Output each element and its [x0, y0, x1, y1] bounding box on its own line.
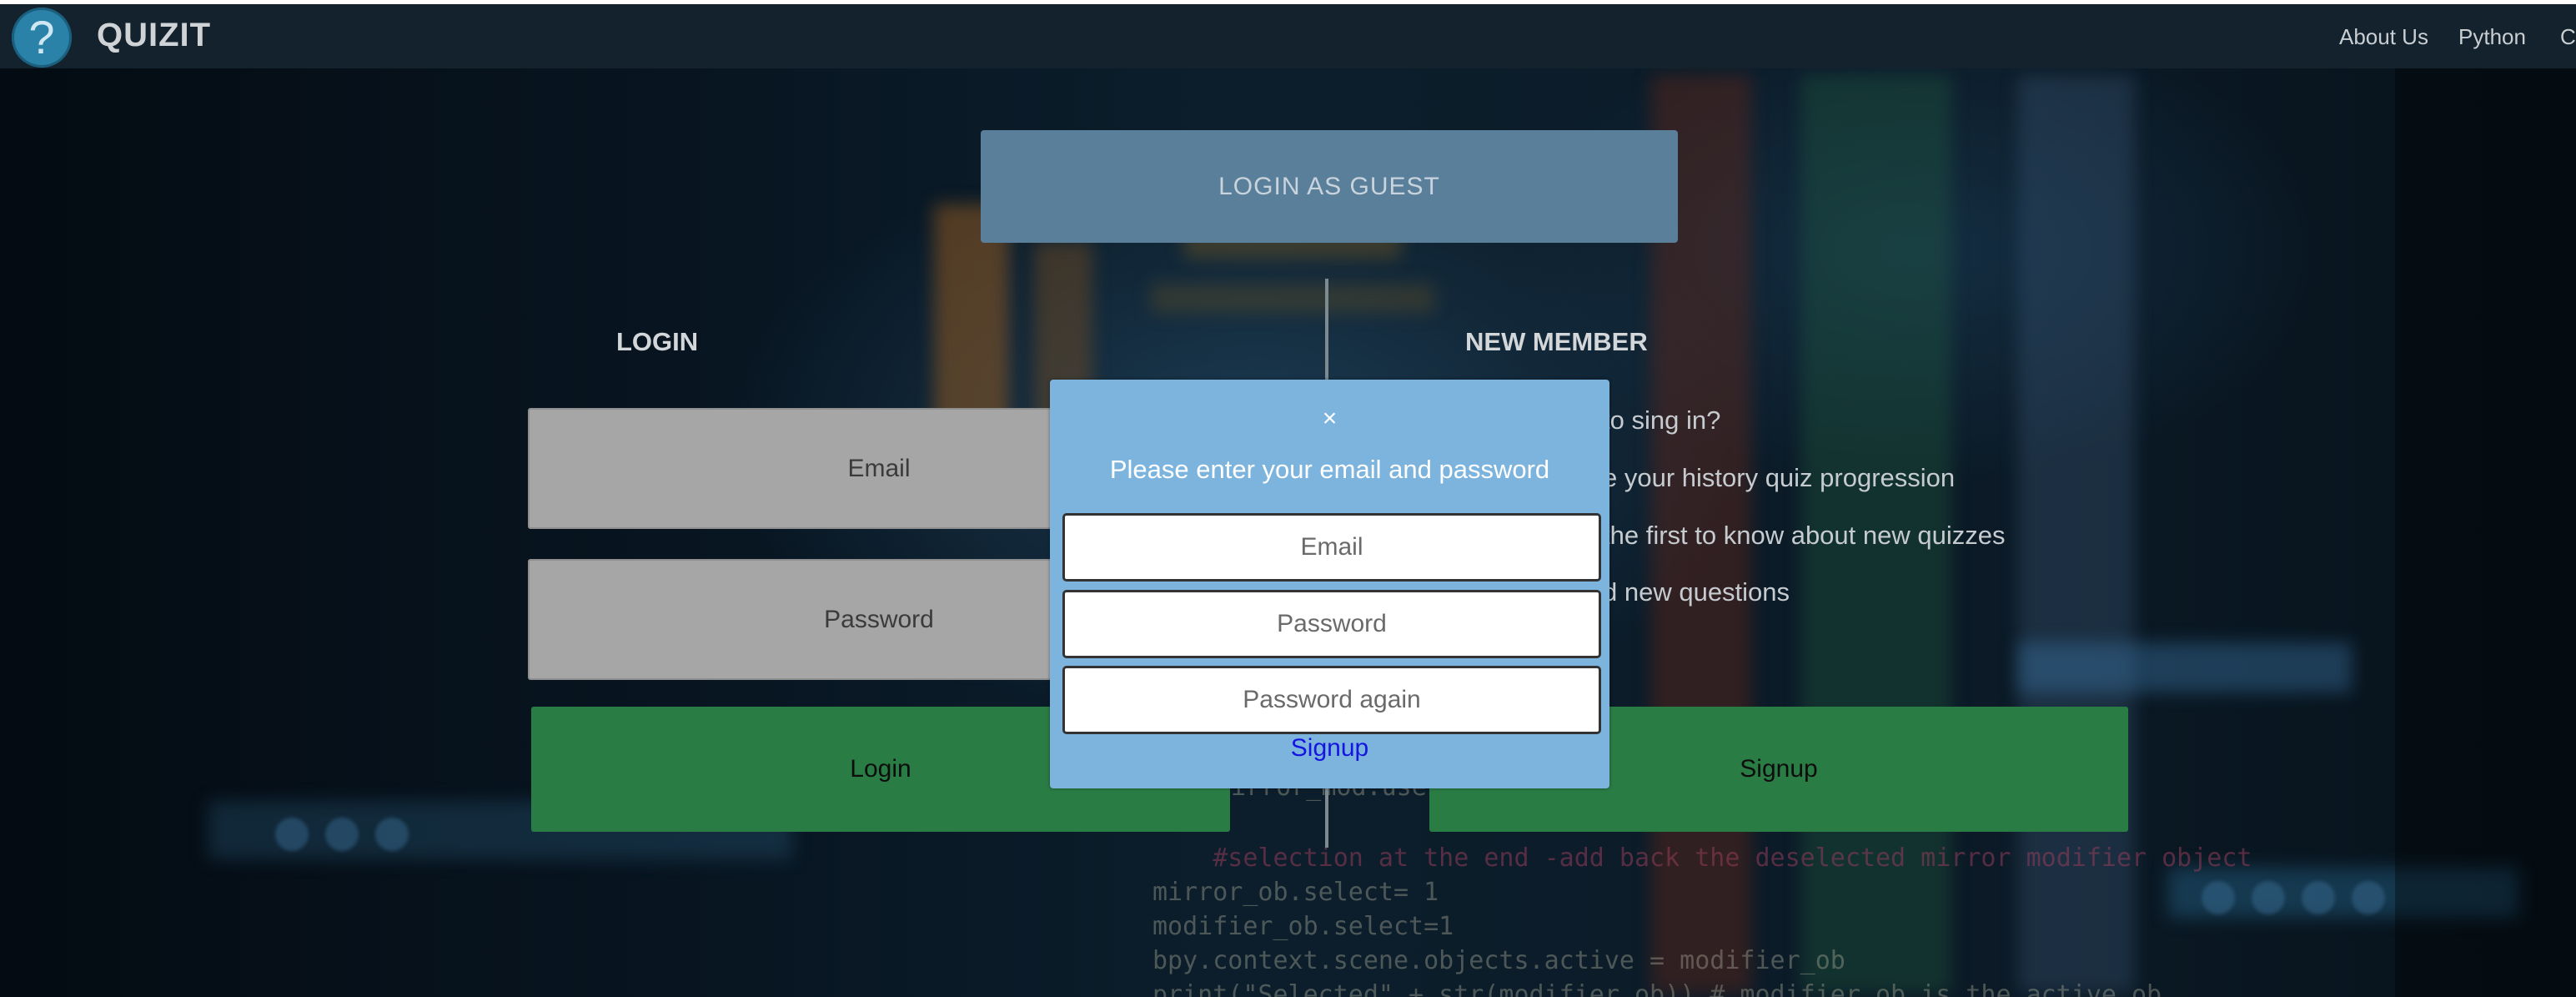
background-bokeh [325, 818, 359, 851]
new-member-benefit: the first to know about new quizzes [1603, 521, 2006, 550]
background-glow [2018, 642, 2352, 692]
question-mark-logo-icon[interactable]: ? [12, 8, 72, 68]
modal-signup-link[interactable]: Signup [1050, 734, 1609, 763]
nav-link-c[interactable]: C [2560, 24, 2576, 50]
background-code-line: mirror_ob.select= 1 [1152, 878, 1439, 907]
background-glow [1151, 284, 1434, 313]
background-bokeh [2252, 881, 2285, 914]
nav-link-python[interactable]: Python [2458, 24, 2526, 50]
top-navbar: ? QUIZIT About Us Python C [0, 0, 2576, 68]
modal-email-field[interactable] [1062, 513, 1601, 582]
close-icon[interactable]: × [1050, 405, 1609, 433]
login-as-guest-button[interactable]: LOGIN AS GUEST [981, 130, 1678, 243]
brand-name[interactable]: QUIZIT [97, 17, 211, 54]
modal-password-field[interactable] [1062, 590, 1601, 658]
new-member-section-title: NEW MEMBER [1465, 327, 1648, 356]
new-member-benefit: e your history quiz progression [1603, 463, 1956, 492]
background-code-line: print("Selected" + str(modifier_ob)) # m… [1152, 980, 2162, 997]
background-code-line: #selection at the end -add back the dese… [1152, 843, 2252, 873]
nav-link-about-us[interactable]: About Us [2339, 24, 2428, 50]
background-shade [2395, 68, 2576, 997]
new-member-benefit: d new questions [1603, 577, 1790, 607]
modal-title: Please enter your email and password [1109, 455, 1550, 484]
background-bokeh [275, 818, 309, 851]
new-member-benefit: to sing in? [1603, 405, 1721, 435]
signup-modal: × Please enter your email and password S… [1050, 380, 1609, 788]
background-bokeh [2352, 881, 2385, 914]
background-code-line: modifier_ob.select=1 [1152, 912, 1454, 941]
background-code-line: bpy.context.scene.objects.active = modif… [1152, 946, 1845, 975]
background-code: #selection at the end -add back the dese… [1152, 841, 2252, 997]
login-section-title: LOGIN [616, 327, 699, 356]
background-bokeh [375, 818, 409, 851]
background-bokeh [2302, 881, 2335, 914]
modal-password-again-field[interactable] [1062, 666, 1601, 734]
